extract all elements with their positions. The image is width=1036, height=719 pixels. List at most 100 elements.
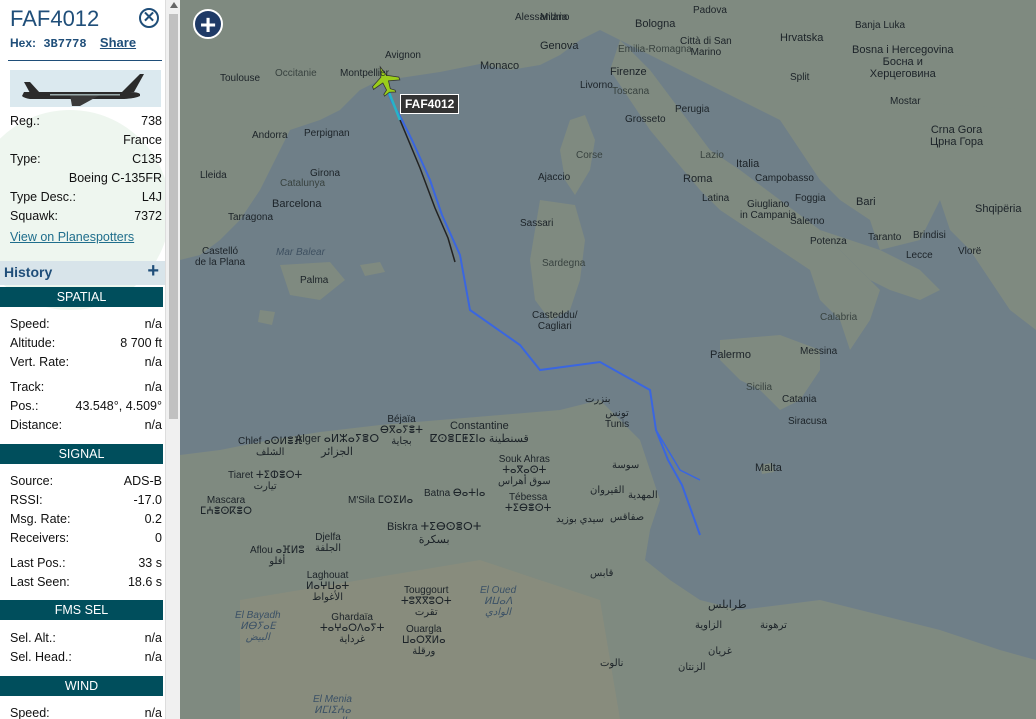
map-label-sidi-bouzid: سيدي بوزيد bbox=[556, 514, 605, 525]
map-view[interactable]: + FAF4012 Toulouse Montpellier Avignon O… bbox=[180, 0, 1036, 719]
map-label-toulouse: Toulouse bbox=[220, 73, 261, 84]
divider bbox=[8, 60, 162, 61]
map-label-kairouan: القيروان bbox=[590, 485, 625, 496]
map-label-ghardaia: Ghardaïa ⵜⴰⵖⴰⵔⴷⴰⵢⵜ غرداية bbox=[320, 612, 385, 645]
map-label-m-sila: M'Sila ⵎⵙⵉⵍⴰ bbox=[348, 495, 414, 506]
detail-key: Type Desc.: bbox=[10, 190, 76, 204]
map-label-sardegna: Sardegna bbox=[542, 258, 586, 269]
row-value: ADS-B bbox=[123, 474, 162, 488]
map-label-sfax: صفاقس bbox=[610, 512, 645, 523]
map-label-bizerte: بنزرت bbox=[585, 394, 611, 405]
map-label-chlef: Chlef ⴰⵙⵍⴻⴼ الشلف bbox=[238, 436, 303, 458]
detail-country: France bbox=[10, 133, 162, 149]
map-label-tarhuna: ترهونة bbox=[760, 620, 787, 631]
map-label-touggourt: Touggourt ⵜⵓⴳⴳⵓⵔⵜ تقرت bbox=[401, 585, 452, 618]
map-label-batna: Batna ⴱⴰⵜⵏⴰ bbox=[424, 488, 486, 499]
map-label-hrvatska: Hrvatska bbox=[780, 32, 824, 44]
map-label-alessandria: Alessandria bbox=[515, 12, 568, 23]
spatial-distance: Distance: n/a bbox=[10, 418, 162, 434]
map-label-salerno: Salerno bbox=[790, 216, 825, 227]
close-icon[interactable]: ✕ bbox=[139, 8, 159, 28]
detail-value: C135 bbox=[132, 152, 162, 166]
scroll-up-arrow-icon[interactable] bbox=[170, 2, 178, 8]
map-label-brindisi: Brindisi bbox=[913, 230, 946, 241]
map-label-livorno: Livorno bbox=[580, 80, 613, 91]
section-spatial-header[interactable]: SPATIAL bbox=[0, 287, 163, 307]
map-label-tiaret: Tiaret ⵜⵉⵀⴻⵔⵜ تيارت bbox=[228, 470, 303, 492]
map-label-souk-ahras: Souk Ahras ⵜⴰⴳⴰⵙⵜ سوق أهراس bbox=[498, 454, 551, 487]
map-label-citta-san-marino: Città di San Marino bbox=[680, 36, 732, 58]
map-label-campobasso: Campobasso bbox=[755, 173, 814, 184]
row-value: 8 700 ft bbox=[120, 336, 162, 350]
row-value: 0.2 bbox=[144, 512, 162, 526]
row-key: Altitude: bbox=[10, 336, 56, 350]
row-value: n/a bbox=[144, 317, 162, 331]
map-label-occitanie: Occitanie bbox=[275, 68, 317, 79]
signal-last-pos: Last Pos.: 33 s bbox=[10, 556, 162, 572]
map-label-tarragona: Tarragona bbox=[228, 212, 274, 223]
map-label-palermo: Palermo bbox=[710, 349, 751, 361]
map-label-bari: Bari bbox=[856, 196, 876, 208]
detail-value: Boeing C-135FR bbox=[68, 171, 162, 185]
sidebar-scrollbar[interactable] bbox=[165, 0, 180, 719]
section-signal-header[interactable]: SIGNAL bbox=[0, 444, 163, 464]
aircraft-map-label[interactable]: FAF4012 bbox=[400, 94, 460, 114]
aircraft-sidebar: FAF4012 ✕ Hex: 3B7778 Share Reg.: 738 Fr… bbox=[0, 0, 165, 719]
map-label-ajaccio: Ajaccio bbox=[538, 172, 571, 183]
row-key: Track: bbox=[10, 380, 45, 394]
detail-value: France bbox=[123, 133, 162, 147]
row-value: 18.6 s bbox=[127, 575, 162, 589]
fms-sel-alt: Sel. Alt.: n/a bbox=[10, 631, 162, 647]
map-label-messina: Messina bbox=[800, 346, 838, 357]
map-label-foggia: Foggia bbox=[795, 193, 826, 204]
row-key: Source: bbox=[10, 474, 54, 488]
planespotters-link[interactable]: View on Planespotters bbox=[10, 230, 134, 244]
map-label-roma: Roma bbox=[683, 173, 713, 185]
row-value: -17.0 bbox=[133, 493, 163, 507]
section-fms-header[interactable]: FMS SEL bbox=[0, 600, 163, 620]
row-key: Receivers: bbox=[10, 531, 70, 545]
section-wind-header[interactable]: WIND bbox=[0, 676, 163, 696]
map-label-mostar: Mostar bbox=[890, 96, 921, 107]
map-label-zintan: الزنتان bbox=[678, 662, 706, 673]
map-label-calabria: Calabria bbox=[820, 312, 858, 323]
detail-reg: Reg.: 738 bbox=[10, 114, 162, 130]
share-link[interactable]: Share bbox=[100, 35, 136, 50]
row-key: Last Pos.: bbox=[10, 556, 66, 570]
history-bar[interactable]: History + bbox=[0, 260, 165, 285]
map-label-vlore: Vlorë bbox=[958, 246, 982, 257]
map-label-sicilia: Sicilia bbox=[746, 382, 773, 393]
wind-speed: Speed: n/a bbox=[10, 706, 162, 719]
map-label-latina: Latina bbox=[702, 193, 730, 204]
row-key: Msg. Rate: bbox=[10, 512, 71, 526]
row-key: Speed: bbox=[10, 706, 50, 719]
map-label-split: Split bbox=[790, 72, 810, 83]
map-label-grosseto: Grosseto bbox=[625, 114, 666, 125]
map-label-tripoli: طرابلس bbox=[708, 599, 747, 611]
signal-last-seen: Last Seen: 18.6 s bbox=[10, 575, 162, 591]
map-label-zawiya: الزاوية bbox=[695, 620, 723, 631]
expand-plus-icon[interactable]: + bbox=[147, 260, 159, 283]
map-label-mascara: Mascara ⵎⵄⴻⵙⴽⴻⵔ bbox=[200, 495, 252, 517]
map-label-banja-luka: Banja Luka bbox=[855, 20, 906, 31]
map-canvas[interactable] bbox=[180, 0, 1036, 719]
detail-key: Squawk: bbox=[10, 209, 58, 223]
map-label-tunis: تونس Tunis bbox=[605, 408, 630, 430]
map-label-genova: Genova bbox=[540, 40, 579, 52]
spatial-altitude: Altitude: 8 700 ft bbox=[10, 336, 162, 352]
map-label-montpellier: Montpellier bbox=[340, 68, 389, 79]
scrollbar-thumb[interactable] bbox=[169, 14, 178, 419]
row-key: Pos.: bbox=[10, 399, 39, 413]
map-label-lecce: Lecce bbox=[906, 250, 933, 261]
map-label-bejaia: Béjaïa ⴱⴳⴰⵢⴻⵜ بجاية bbox=[380, 414, 423, 447]
aircraft-photo[interactable] bbox=[10, 70, 161, 107]
row-value: n/a bbox=[144, 380, 162, 394]
zoom-in-plus-icon[interactable]: + bbox=[193, 9, 223, 39]
map-label-mahdia: المهدية bbox=[628, 490, 658, 501]
detail-type-desc: Type Desc.: L4J bbox=[10, 190, 162, 206]
map-label-potenza: Potenza bbox=[810, 236, 847, 247]
detail-key: Reg.: bbox=[10, 114, 40, 128]
spatial-track: Track: n/a bbox=[10, 380, 162, 396]
map-label-laghouat: Laghouat ⵍⴰⵖⵡⴰⵜ الأغواط bbox=[306, 570, 350, 603]
map-label-toscana: Toscana bbox=[612, 86, 650, 97]
